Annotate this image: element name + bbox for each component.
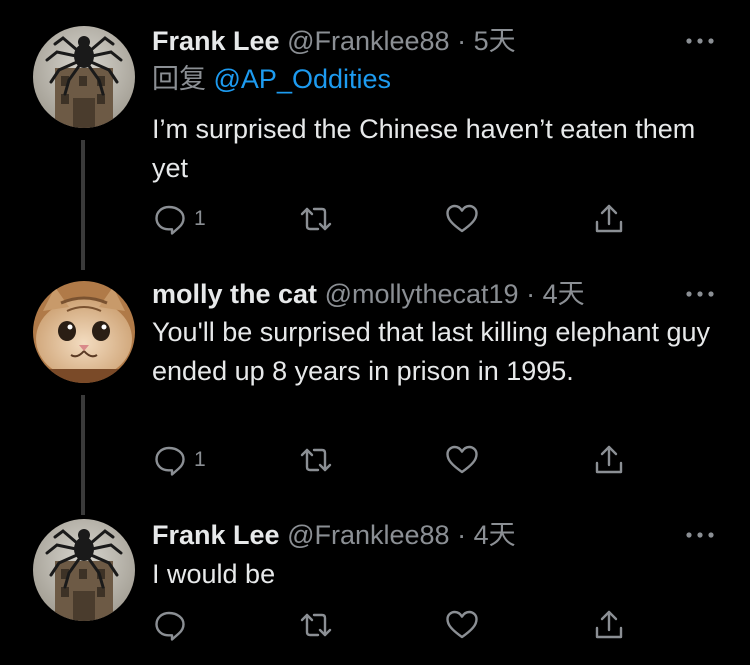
tweet[interactable]: Frank Lee @Franklee88 · 5天 回复 @AP_Odditi… [0, 0, 750, 270]
retweet-icon [300, 207, 332, 231]
share-icon [595, 445, 623, 474]
more-icon[interactable] [683, 518, 717, 552]
reply-icon [155, 611, 185, 641]
display-name[interactable]: molly the cat [152, 279, 317, 309]
timestamp[interactable]: 5天 [474, 26, 516, 56]
more-icon[interactable] [683, 277, 717, 311]
tweet-actions [152, 605, 712, 645]
reply-label: 回复 [152, 64, 206, 94]
retweet-button[interactable] [298, 605, 334, 645]
spider-building-avatar-image [33, 519, 135, 621]
retweet-button[interactable] [298, 199, 334, 239]
reply-icon [155, 205, 185, 235]
share-icon [595, 204, 623, 233]
tweet-header: Frank Lee @Franklee88 · 4天 [152, 518, 516, 552]
reply-mention-link[interactable]: @AP_Oddities [214, 64, 392, 94]
replying-to: 回复 @AP_Oddities [152, 62, 391, 96]
avatar[interactable] [33, 519, 135, 621]
tweet[interactable]: molly the cat @mollythecat19 · 4天 You'll… [0, 265, 750, 515]
like-icon [446, 204, 478, 233]
display-name[interactable]: Frank Lee [152, 26, 280, 56]
tweet-text: I would be [152, 559, 276, 589]
retweet-icon [300, 613, 332, 637]
user-handle[interactable]: @Franklee88 [287, 26, 450, 56]
tweet-text: You'll be surprised that last killing el… [152, 317, 711, 386]
tweet-actions: 1 [152, 440, 712, 480]
tweet-actions: 1 [152, 199, 712, 239]
thread-connector [81, 395, 85, 515]
separator-dot: · [457, 520, 467, 550]
like-icon [446, 445, 478, 474]
reply-count: 1 [194, 207, 206, 230]
share-button[interactable] [592, 605, 626, 645]
share-icon [595, 610, 623, 639]
separator-dot: · [526, 279, 536, 309]
like-icon [446, 610, 478, 639]
user-handle[interactable]: @mollythecat19 [325, 279, 519, 309]
avatar[interactable] [33, 281, 135, 383]
avatar[interactable] [33, 26, 135, 128]
retweet-icon [300, 448, 332, 472]
user-handle[interactable]: @Franklee88 [287, 520, 450, 550]
tweet-header: molly the cat @mollythecat19 · 4天 [152, 277, 585, 311]
thread-connector [81, 140, 85, 270]
tweet-text: I’m surprised the Chinese haven’t eaten … [152, 114, 696, 183]
retweet-button[interactable] [298, 440, 334, 480]
reply-button[interactable]: 1 [152, 199, 206, 239]
tweet-header: Frank Lee @Franklee88 · 5天 [152, 24, 516, 58]
spider-building-avatar-image [33, 26, 135, 128]
tweet[interactable]: Frank Lee @Franklee88 · 4天 I would be [0, 510, 750, 665]
like-button[interactable] [444, 199, 480, 239]
display-name[interactable]: Frank Lee [152, 520, 280, 550]
separator-dot: · [457, 26, 467, 56]
like-button[interactable] [444, 605, 480, 645]
reply-button[interactable]: 1 [152, 440, 206, 480]
reply-icon [155, 446, 185, 476]
share-button[interactable] [592, 199, 626, 239]
timestamp[interactable]: 4天 [543, 279, 585, 309]
timestamp[interactable]: 4天 [474, 520, 516, 550]
reply-count: 1 [194, 448, 206, 471]
share-button[interactable] [592, 440, 626, 480]
like-button[interactable] [444, 440, 480, 480]
reply-button[interactable] [152, 605, 194, 645]
more-icon[interactable] [683, 24, 717, 58]
cat-avatar-image [33, 281, 135, 383]
